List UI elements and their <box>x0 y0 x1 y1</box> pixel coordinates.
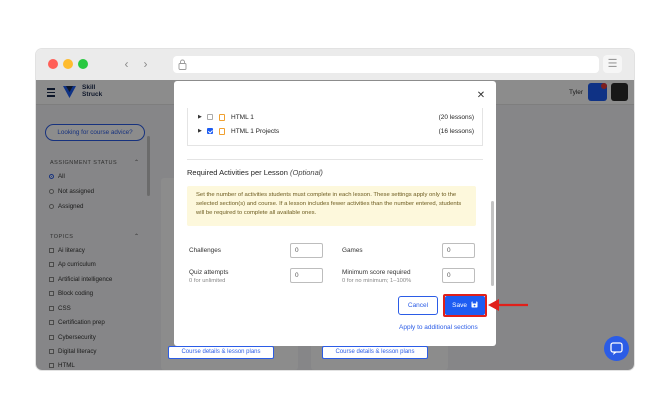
chevron-left-icon[interactable]: ‹ <box>118 56 135 73</box>
section-title-text: Required Activities per Lesson <box>187 168 288 177</box>
checkbox[interactable] <box>207 114 213 120</box>
checkbox-checked[interactable] <box>207 128 213 134</box>
section-tree: ▶ HTML 1 (20 lessons) ▶ HTML 1 Projects … <box>187 108 483 146</box>
info-box: Set the number of activities students mu… <box>187 186 476 226</box>
games-input[interactable]: 0 <box>442 243 475 258</box>
save-button-label: Save <box>452 302 467 309</box>
tree-row-html-1[interactable]: ▶ HTML 1 (20 lessons) <box>198 111 478 123</box>
file-icon <box>219 113 225 121</box>
tree-row-html-1-projects[interactable]: ▶ HTML 1 Projects (16 lessons) <box>198 125 478 137</box>
close-icon[interactable]: ✕ <box>476 91 486 101</box>
expand-arrow-icon[interactable]: ▶ <box>198 114 207 120</box>
section-title: Required Activities per Lesson (Optional… <box>187 168 323 177</box>
file-icon <box>219 127 225 135</box>
divider <box>187 159 483 160</box>
pointer-arrow-icon <box>488 299 528 311</box>
chevron-right-icon[interactable]: › <box>137 56 154 73</box>
address-bar[interactable] <box>173 56 599 73</box>
tree-row-label: HTML 1 Projects <box>231 127 280 135</box>
chat-bubble-icon <box>610 342 623 355</box>
lock-icon <box>178 59 187 70</box>
minimum-score-label: Minimum score required <box>342 269 411 276</box>
section-title-optional: (Optional) <box>289 168 323 177</box>
challenges-input[interactable]: 0 <box>290 243 323 258</box>
course-details-button[interactable]: Course details & lesson plans <box>322 346 428 359</box>
lesson-count: (16 lessons) <box>438 127 474 135</box>
tree-row-label: HTML 1 <box>231 113 254 121</box>
minimize-window-dot[interactable] <box>63 59 73 69</box>
close-window-dot[interactable] <box>48 59 58 69</box>
lesson-count: (20 lessons) <box>438 113 474 121</box>
course-details-button[interactable]: Course details & lesson plans <box>168 346 274 359</box>
expand-arrow-icon[interactable]: ▶ <box>198 128 207 134</box>
modal-scrollbar[interactable] <box>491 201 494 286</box>
maximize-window-dot[interactable] <box>78 59 88 69</box>
floppy-disk-icon <box>471 301 478 308</box>
challenges-label: Challenges <box>189 247 221 254</box>
apply-additional-sections-link[interactable]: Apply to additional sections <box>399 324 478 331</box>
hamburger-icon[interactable]: ☰ <box>603 55 622 73</box>
quiz-attempts-hint: 0 for unlimited <box>189 278 226 284</box>
quiz-attempts-input[interactable]: 0 <box>290 268 323 283</box>
browser-titlebar: ‹ › ☰ <box>36 49 634 80</box>
minimum-score-input[interactable]: 0 <box>442 268 475 283</box>
course-settings-modal: ✕ ▶ HTML 1 (20 lessons) ▶ HTML 1 Project… <box>174 81 496 346</box>
games-label: Games <box>342 247 363 254</box>
minimum-score-hint: 0 for no minimum; 1–100% <box>342 278 412 284</box>
chat-icon[interactable] <box>604 336 629 361</box>
cancel-button[interactable]: Cancel <box>398 296 438 315</box>
save-button[interactable]: Save <box>445 296 485 315</box>
quiz-attempts-label: Quiz attempts <box>189 269 229 276</box>
